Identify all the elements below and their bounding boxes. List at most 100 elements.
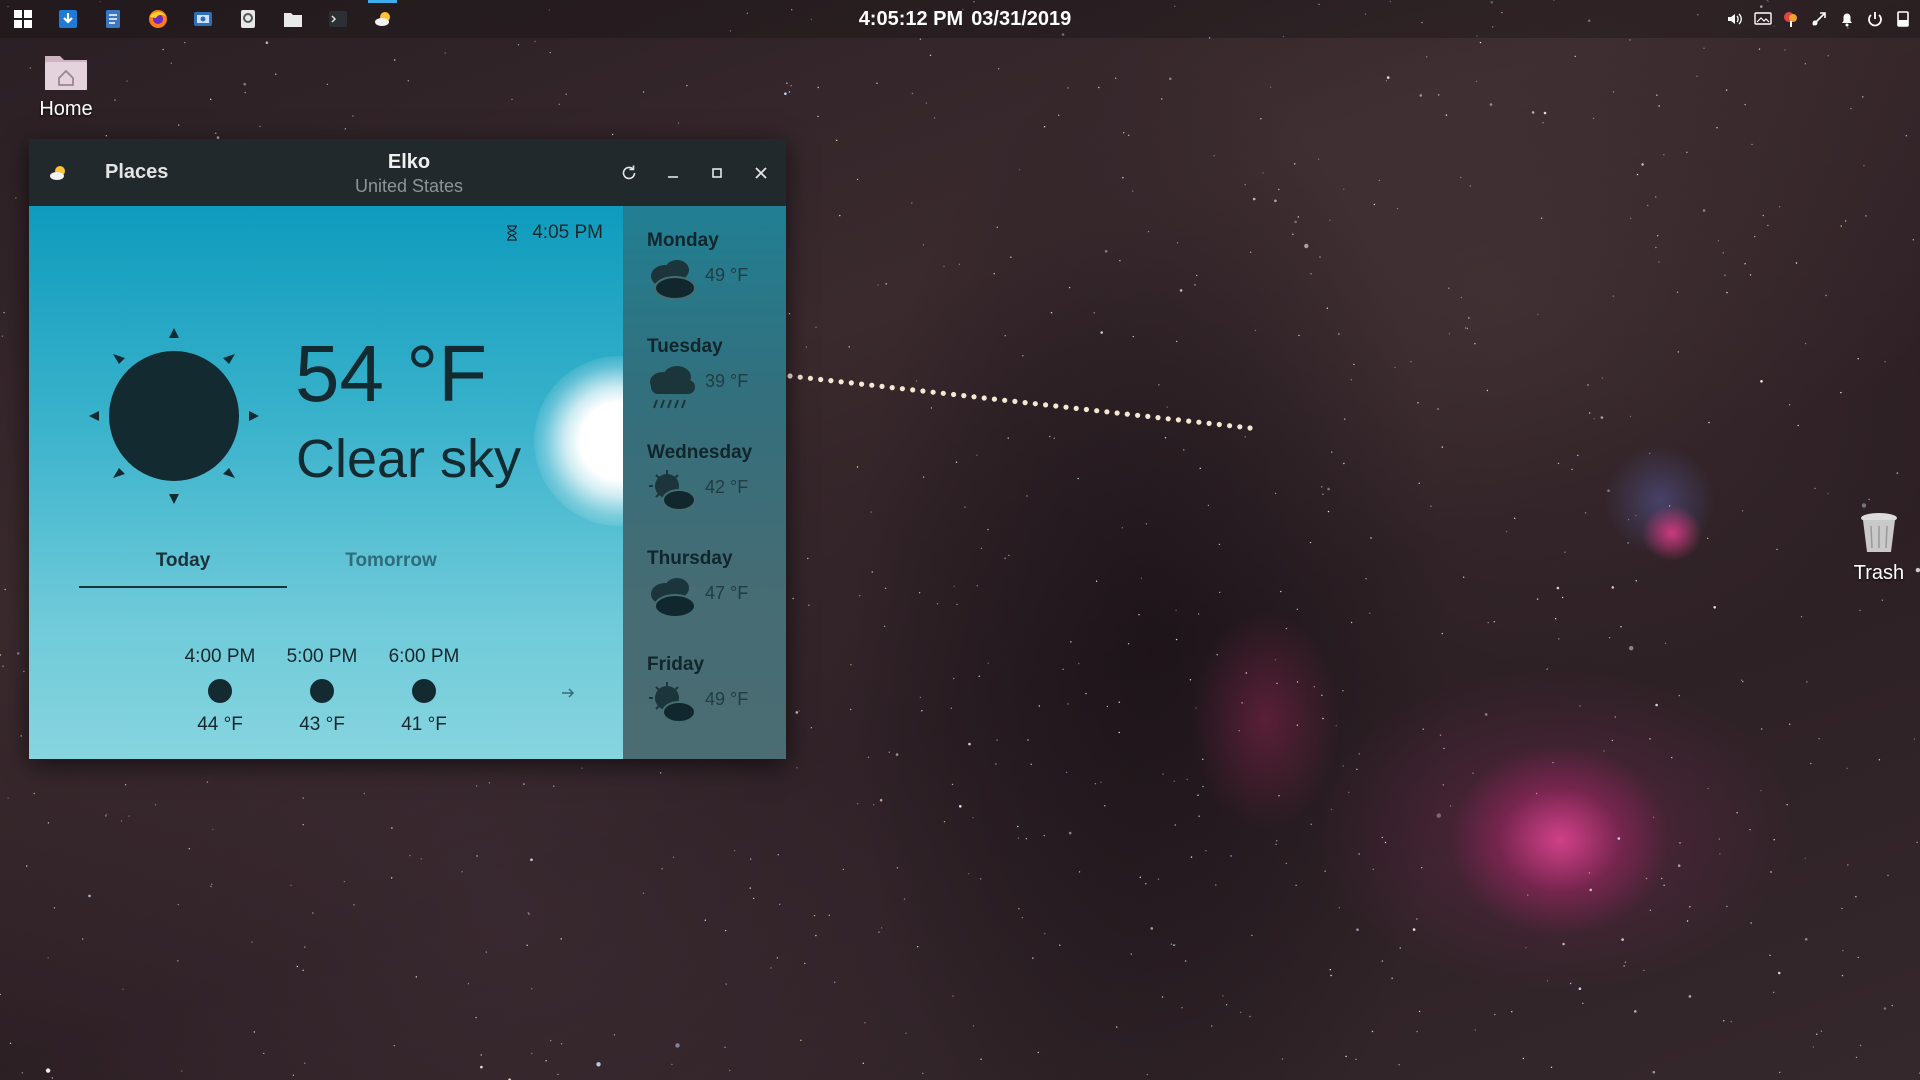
color-picker-icon[interactable] [1782, 10, 1800, 28]
star [1812, 1046, 1815, 1048]
forecast-day[interactable]: Tuesday 39 °F [647, 336, 786, 436]
star [1132, 335, 1135, 338]
star [862, 1062, 864, 1065]
star [1222, 995, 1224, 997]
hourly-forecast[interactable]: 4:00 PM 44 °F 5:00 PM 43 °F 6:00 PM 41 °… [169, 646, 509, 746]
star [815, 326, 817, 328]
star [857, 803, 859, 805]
star [1868, 498, 1870, 501]
star [1842, 949, 1844, 952]
forecast-day[interactable]: Thursday 47 °F [647, 548, 786, 648]
star [1254, 329, 1257, 332]
refresh-button[interactable] [618, 162, 640, 184]
star [1356, 768, 1358, 770]
star [1094, 783, 1097, 785]
star [1442, 784, 1445, 786]
firefox-launcher[interactable] [135, 0, 180, 38]
star [1043, 834, 1046, 837]
minimize-button[interactable] [662, 162, 684, 184]
window-controls [618, 139, 772, 206]
star [1749, 274, 1752, 276]
star [1118, 731, 1120, 734]
star [1696, 75, 1698, 77]
clock-time[interactable]: 4:05:12 PM [859, 8, 964, 31]
text-editor-icon [105, 10, 120, 28]
star [1770, 871, 1772, 873]
star [1095, 580, 1098, 582]
tab-tomorrow[interactable]: Tomorrow [287, 546, 495, 588]
star [1649, 738, 1651, 740]
star [1068, 831, 1072, 835]
star [1010, 256, 1012, 258]
forecast-day[interactable]: Monday 49 °F [647, 230, 786, 330]
rain-icon [650, 366, 695, 409]
star [124, 784, 127, 786]
star [1724, 274, 1726, 276]
show-desktop-icon[interactable] [1894, 10, 1912, 28]
star [1122, 177, 1124, 179]
places-button[interactable]: Places [105, 139, 168, 206]
forecast-day[interactable]: Friday 49 °F [647, 654, 786, 754]
weather-app-launcher[interactable] [360, 0, 405, 38]
maximize-button[interactable] [706, 162, 728, 184]
app-menu-button[interactable] [0, 0, 45, 38]
star [1296, 724, 1299, 726]
window-titlebar[interactable]: Places Elko United States [29, 139, 786, 206]
clock-date[interactable]: 03/31/2019 [971, 8, 1071, 31]
notifications-icon[interactable] [1838, 10, 1856, 28]
star [786, 82, 788, 84]
tab-today[interactable]: Today [79, 546, 287, 588]
forecast-day[interactable]: Wednesday 42 °F [647, 442, 786, 542]
file-manager-launcher[interactable] [270, 0, 315, 38]
gear-app-icon [240, 10, 255, 28]
meteor-trail-dot [1237, 424, 1243, 430]
star [1158, 384, 1160, 386]
desktop-home[interactable]: Home [21, 50, 111, 121]
star [1750, 922, 1752, 924]
star [1140, 577, 1143, 579]
star [1443, 747, 1445, 750]
star [842, 868, 845, 871]
network-icon[interactable] [1810, 10, 1828, 28]
power-icon[interactable] [1866, 10, 1884, 28]
desktop-trash[interactable]: Trash [1834, 510, 1920, 585]
star [1863, 165, 1865, 167]
star [1614, 716, 1616, 718]
arrow-right-icon[interactable] [559, 684, 577, 702]
downloader-launcher[interactable] [45, 0, 90, 38]
star [915, 380, 918, 382]
close-button[interactable] [750, 162, 772, 184]
star [884, 587, 887, 589]
star [1067, 703, 1069, 705]
star [523, 783, 525, 785]
star [475, 785, 478, 787]
star [1275, 843, 1277, 845]
star [661, 868, 663, 870]
star [596, 1062, 601, 1067]
star [1855, 896, 1857, 898]
volume-icon[interactable] [1726, 10, 1744, 28]
star [21, 1072, 23, 1074]
star [704, 919, 706, 921]
star [1611, 586, 1615, 589]
star [1678, 694, 1681, 697]
meteor-trail-dot [930, 389, 936, 395]
star [581, 767, 583, 769]
star [1542, 122, 1544, 124]
meteor-trail-dot [981, 395, 987, 401]
text-editor-launcher[interactable] [90, 0, 135, 38]
screenshot-launcher[interactable] [180, 0, 225, 38]
star [1017, 837, 1020, 839]
star [1384, 841, 1387, 844]
star [244, 91, 246, 94]
display-icon[interactable] [1754, 10, 1772, 28]
star [1627, 518, 1630, 521]
gear-app-launcher[interactable] [225, 0, 270, 38]
star [1486, 389, 1489, 392]
terminal-launcher[interactable] [315, 0, 360, 38]
star [1317, 158, 1320, 160]
star [1278, 795, 1280, 797]
clear-night-icon [412, 679, 436, 703]
meteor-trail-dot [951, 391, 957, 398]
star [1238, 730, 1240, 732]
